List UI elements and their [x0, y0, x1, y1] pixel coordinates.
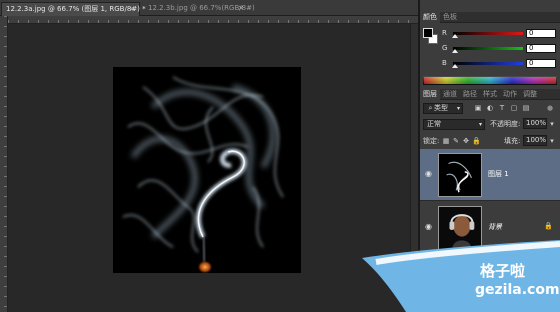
lock-move-icon[interactable]: ✥	[462, 137, 470, 145]
slider-green[interactable]: G 0	[442, 44, 558, 54]
tab-color[interactable]: 颜色	[420, 12, 440, 23]
tab-swatches[interactable]: 色板	[440, 12, 460, 23]
watermark-text-en: gezila.com	[475, 282, 560, 298]
lock-transparent-icon[interactable]: ▦	[442, 137, 450, 145]
filter-smart-object-icon[interactable]: ▤	[522, 104, 530, 112]
slider-green-knob[interactable]	[452, 49, 458, 53]
slider-red[interactable]: R 0	[442, 29, 558, 39]
slider-red-value[interactable]: 0	[526, 29, 556, 38]
tab-document-a[interactable]: 12.2.3a.jpg @ 66.7% (图层 1, RGB/8#) * ×	[1, 2, 146, 16]
lock-icon: 🔒	[544, 222, 553, 230]
slider-red-label: R	[442, 29, 447, 37]
lock-label: 锁定:	[423, 137, 440, 145]
lock-fill-row: 锁定: ▦ ✎ ✥ 🔒 填充: 100% ▾	[420, 135, 560, 148]
eye-icon[interactable]: ◉	[424, 169, 433, 178]
horizontal-ruler[interactable]	[8, 16, 418, 24]
blend-opacity-row: 正常 ▾ 不透明度: 100% ▾	[420, 118, 560, 131]
slider-green-label: G	[442, 44, 448, 52]
slider-blue[interactable]: B 0	[442, 59, 558, 69]
foreground-color-swatch[interactable]	[423, 28, 433, 38]
filter-adjustment-icon[interactable]: ◐	[486, 104, 494, 112]
layer-name[interactable]: 图层 1	[488, 169, 509, 179]
tab-channels[interactable]: 通道	[440, 89, 460, 100]
layer-filter-row: ⌕ 类型 ▾ ▣ ◐ T ▢ ▤ ●	[420, 102, 560, 115]
tab-styles[interactable]: 样式	[480, 89, 500, 100]
chevron-down-icon[interactable]: ▾	[548, 137, 556, 145]
lock-paint-icon[interactable]: ✎	[452, 137, 460, 145]
tab-actions[interactable]: 动作	[500, 89, 520, 100]
color-spectrum-shade	[423, 76, 557, 85]
slider-blue-knob[interactable]	[452, 64, 458, 68]
filter-type-icon[interactable]: T	[498, 104, 506, 112]
slider-green-track[interactable]	[453, 47, 523, 50]
lock-icon[interactable]: 🔒	[472, 137, 481, 145]
eye-icon[interactable]: ◉	[424, 222, 433, 231]
vertical-ruler[interactable]	[0, 16, 8, 312]
tab-layers[interactable]: 图层	[420, 89, 440, 100]
slider-red-knob[interactable]	[452, 34, 458, 38]
layers-panel-tabs: 图层 通道 路径 样式 动作 调整	[420, 89, 560, 100]
close-icon[interactable]: ×	[129, 3, 135, 16]
filter-icon: ⌕	[428, 104, 433, 112]
document-image-smoke[interactable]	[113, 67, 301, 273]
chevron-down-icon[interactable]: ▾	[548, 120, 556, 128]
fill-label: 填充:	[504, 137, 521, 145]
watermark	[352, 240, 560, 312]
watermark-text-cn: 格子啦	[480, 262, 526, 280]
filter-toggle-icon[interactable]: ●	[546, 104, 554, 112]
slider-red-track[interactable]	[453, 32, 523, 35]
close-icon[interactable]: ×	[238, 2, 244, 15]
tab-paths[interactable]: 路径	[460, 89, 480, 100]
layer-thumbnail	[438, 153, 482, 197]
layer-row-layer1[interactable]: ◉ 图层 1	[420, 149, 560, 201]
slider-blue-track[interactable]	[453, 62, 523, 65]
color-panel-tabs: 颜色 色板	[420, 12, 560, 23]
tab-document-a-label: 12.2.3a.jpg @ 66.7% (图层 1, RGB/8#) *	[6, 5, 146, 13]
layer-filter-label: 类型	[434, 104, 448, 112]
blend-mode-value: 正常	[427, 120, 441, 128]
slider-green-value[interactable]: 0	[526, 44, 556, 53]
opacity-input[interactable]: 100%	[523, 118, 547, 129]
slider-blue-value[interactable]: 0	[526, 59, 556, 68]
tab-document-b[interactable]: 12.2.3b.jpg @ 66.7%(RGB/8#) ×	[144, 2, 255, 16]
filter-pixel-icon[interactable]: ▣	[474, 104, 482, 112]
layer-filter-select[interactable]: ⌕ 类型 ▾	[423, 103, 463, 114]
slider-blue-label: B	[442, 59, 447, 67]
chevron-down-icon: ▾	[478, 121, 482, 128]
blend-mode-select[interactable]: 正常 ▾	[423, 119, 485, 130]
layer-name[interactable]: 背景	[488, 222, 502, 232]
chevron-down-icon: ▾	[456, 105, 460, 112]
fill-input[interactable]: 100%	[523, 135, 547, 146]
filter-shape-icon[interactable]: ▢	[510, 104, 518, 112]
opacity-label: 不透明度:	[490, 120, 521, 128]
document-tab-bar: 12.2.3a.jpg @ 66.7% (图层 1, RGB/8#) * × 1…	[0, 0, 418, 16]
tab-adjustments[interactable]: 调整	[520, 89, 540, 100]
